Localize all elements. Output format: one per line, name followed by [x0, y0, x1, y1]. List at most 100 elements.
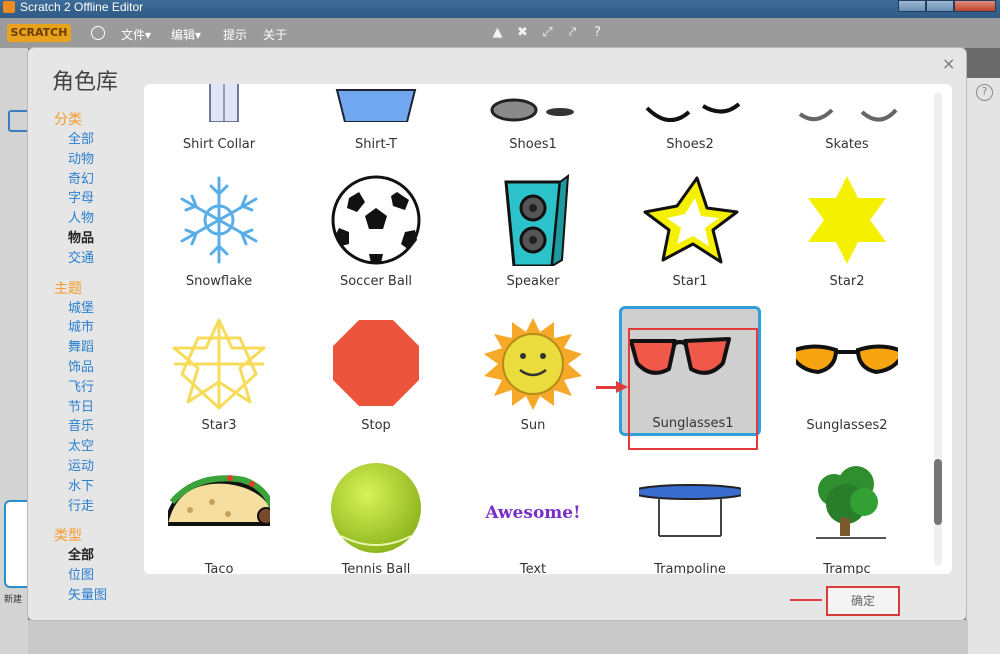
shirt-t-thumb [335, 89, 417, 122]
category-transportation[interactable]: 交通 [54, 249, 144, 269]
help-icon[interactable]: ? [976, 84, 993, 101]
sprite-shoes2[interactable]: Shoes2 [619, 84, 761, 152]
type-all[interactable]: 全部 [54, 546, 144, 566]
sprite-label: Trampoline [654, 562, 726, 574]
background-stage-panel: 新建 [0, 48, 30, 654]
category-things[interactable]: 物品 [54, 229, 144, 249]
tennis-ball-thumb [331, 463, 421, 553]
sprite-label: Soccer Ball [339, 274, 413, 289]
theme-sports[interactable]: 运动 [54, 457, 144, 477]
category-animals[interactable]: 动物 [54, 150, 144, 170]
shrink-icon[interactable]: ⤤ [565, 25, 580, 40]
sprite-snowflake[interactable]: Snowflake [148, 166, 290, 296]
sprite-shirt-collar[interactable]: Shirt Collar [148, 84, 290, 152]
sprite-label: Star3 [201, 418, 237, 433]
sprite-label: Tennis Ball [341, 562, 411, 574]
sprite-label: Snowflake [185, 274, 253, 289]
stop-thumb [333, 320, 419, 406]
theme-holiday[interactable]: 节日 [54, 398, 144, 418]
fullscreen-icon [8, 110, 30, 132]
sprite-star2[interactable]: Star2 [776, 166, 918, 296]
block-help-icon[interactable]: ? [590, 25, 605, 40]
theme-music[interactable]: 音乐 [54, 417, 144, 437]
theme-flying[interactable]: 飞行 [54, 378, 144, 398]
sprite-label: Shirt Collar [182, 137, 256, 152]
theme-underwater[interactable]: 水下 [54, 477, 144, 497]
category-all[interactable]: 全部 [54, 130, 144, 150]
background-bottom-bar [28, 620, 968, 654]
arrow-head-icon [616, 381, 628, 393]
sprite-label: Sunglasses2 [806, 418, 888, 433]
window-controls [898, 0, 996, 12]
sprite-label: Skates [825, 137, 869, 152]
category-people[interactable]: 人物 [54, 209, 144, 229]
theme-city[interactable]: 城市 [54, 318, 144, 338]
type-bitmap[interactable]: 位图 [54, 566, 144, 586]
sprite-stop[interactable]: Stop [305, 310, 447, 440]
minimize-button[interactable] [898, 0, 926, 12]
arrow-annotation-2 [790, 599, 822, 601]
sprite-trampoline2[interactable]: Trampc [776, 454, 918, 574]
theme-dance[interactable]: 舞蹈 [54, 338, 144, 358]
sprite-shirt-t[interactable]: Shirt-T [305, 84, 447, 152]
sprite-text[interactable]: Awesome! Text [462, 454, 604, 574]
maximize-button[interactable] [926, 0, 954, 12]
app-icon [3, 1, 15, 13]
sun-thumb [484, 318, 582, 410]
close-icon[interactable]: × [942, 54, 955, 73]
soccer-ball-thumb [331, 175, 421, 265]
star2-thumb [808, 176, 886, 264]
menu-tips[interactable]: 提示 [223, 26, 247, 43]
close-window-button[interactable] [954, 0, 996, 12]
delete-scissors-icon[interactable]: ✖ [515, 25, 530, 40]
sprite-label: Stop [361, 418, 391, 433]
menu-bar: SCRATCH 文件▾ 编辑▾ 提示 关于 ▲ ✖ ⤢ ⤤ ? [0, 18, 1000, 48]
type-vector[interactable]: 矢量图 [54, 586, 144, 606]
grow-icon[interactable]: ⤢ [540, 25, 555, 40]
sprite-label: Trampc [823, 562, 871, 574]
category-sidebar: 分类 全部 动物 奇幻 字母 人物 物品 交通 主题 城堡 城市 舞蹈 饰品 飞… [54, 110, 144, 606]
category-fantasy[interactable]: 奇幻 [54, 170, 144, 190]
sprite-label: Text [519, 562, 547, 574]
sprite-taco[interactable]: Taco [148, 454, 290, 574]
theme-castle[interactable]: 城堡 [54, 299, 144, 319]
title-bar: Scratch 2 Offline Editor [0, 0, 1000, 18]
window-title: Scratch 2 Offline Editor [20, 0, 144, 14]
sprite-label: Shoes1 [509, 137, 557, 152]
theme-space[interactable]: 太空 [54, 437, 144, 457]
confirm-button[interactable]: 确定 [826, 586, 900, 616]
speaker-thumb [504, 174, 570, 266]
sprite-grid-panel: Shirt Collar Shirt-T Shoes1 Shoes2 Skate… [144, 84, 952, 574]
sprite-sunglasses2[interactable]: Sunglasses2 [776, 310, 918, 440]
scratch-logo[interactable]: SCRATCH [7, 24, 71, 42]
theme-walking[interactable]: 行走 [54, 497, 144, 517]
skates-thumb [798, 108, 898, 122]
background-scripts-panel [966, 78, 1000, 654]
menu-edit[interactable]: 编辑▾ [171, 26, 201, 43]
sprite-star3[interactable]: Star3 [148, 310, 290, 440]
menu-file[interactable]: 文件▾ [121, 26, 151, 43]
sprite-tennis-ball[interactable]: Tennis Ball [305, 454, 447, 574]
menu-about[interactable]: 关于 [263, 26, 287, 43]
sprite-label: Shoes2 [666, 137, 714, 152]
sprite-soccer-ball[interactable]: Soccer Ball [305, 166, 447, 296]
sprite-label: Speaker [506, 274, 560, 289]
duplicate-stamp-icon[interactable]: ▲ [490, 25, 505, 40]
shoes1-thumb [490, 98, 574, 122]
toolbar-icons: ▲ ✖ ⤢ ⤤ ? [490, 25, 605, 40]
sprite-label: Star2 [829, 274, 865, 289]
taco-thumb [168, 475, 270, 526]
sunglasses2-thumb [796, 344, 898, 375]
tree-thumb [816, 466, 886, 539]
shoes2-thumb [645, 102, 741, 122]
sprite-star1[interactable]: Star1 [619, 166, 761, 296]
scrollbar-thumb[interactable] [934, 459, 942, 525]
sprite-trampoline[interactable]: Trampoline [619, 454, 761, 574]
category-letters[interactable]: 字母 [54, 189, 144, 209]
sprite-sun[interactable]: Sun [462, 310, 604, 440]
sprite-shoes1[interactable]: Shoes1 [462, 84, 604, 152]
sprite-skates[interactable]: Skates [776, 84, 918, 152]
theme-dress-up[interactable]: 饰品 [54, 358, 144, 378]
sprite-speaker[interactable]: Speaker [462, 166, 604, 296]
language-globe-icon[interactable] [91, 26, 105, 40]
